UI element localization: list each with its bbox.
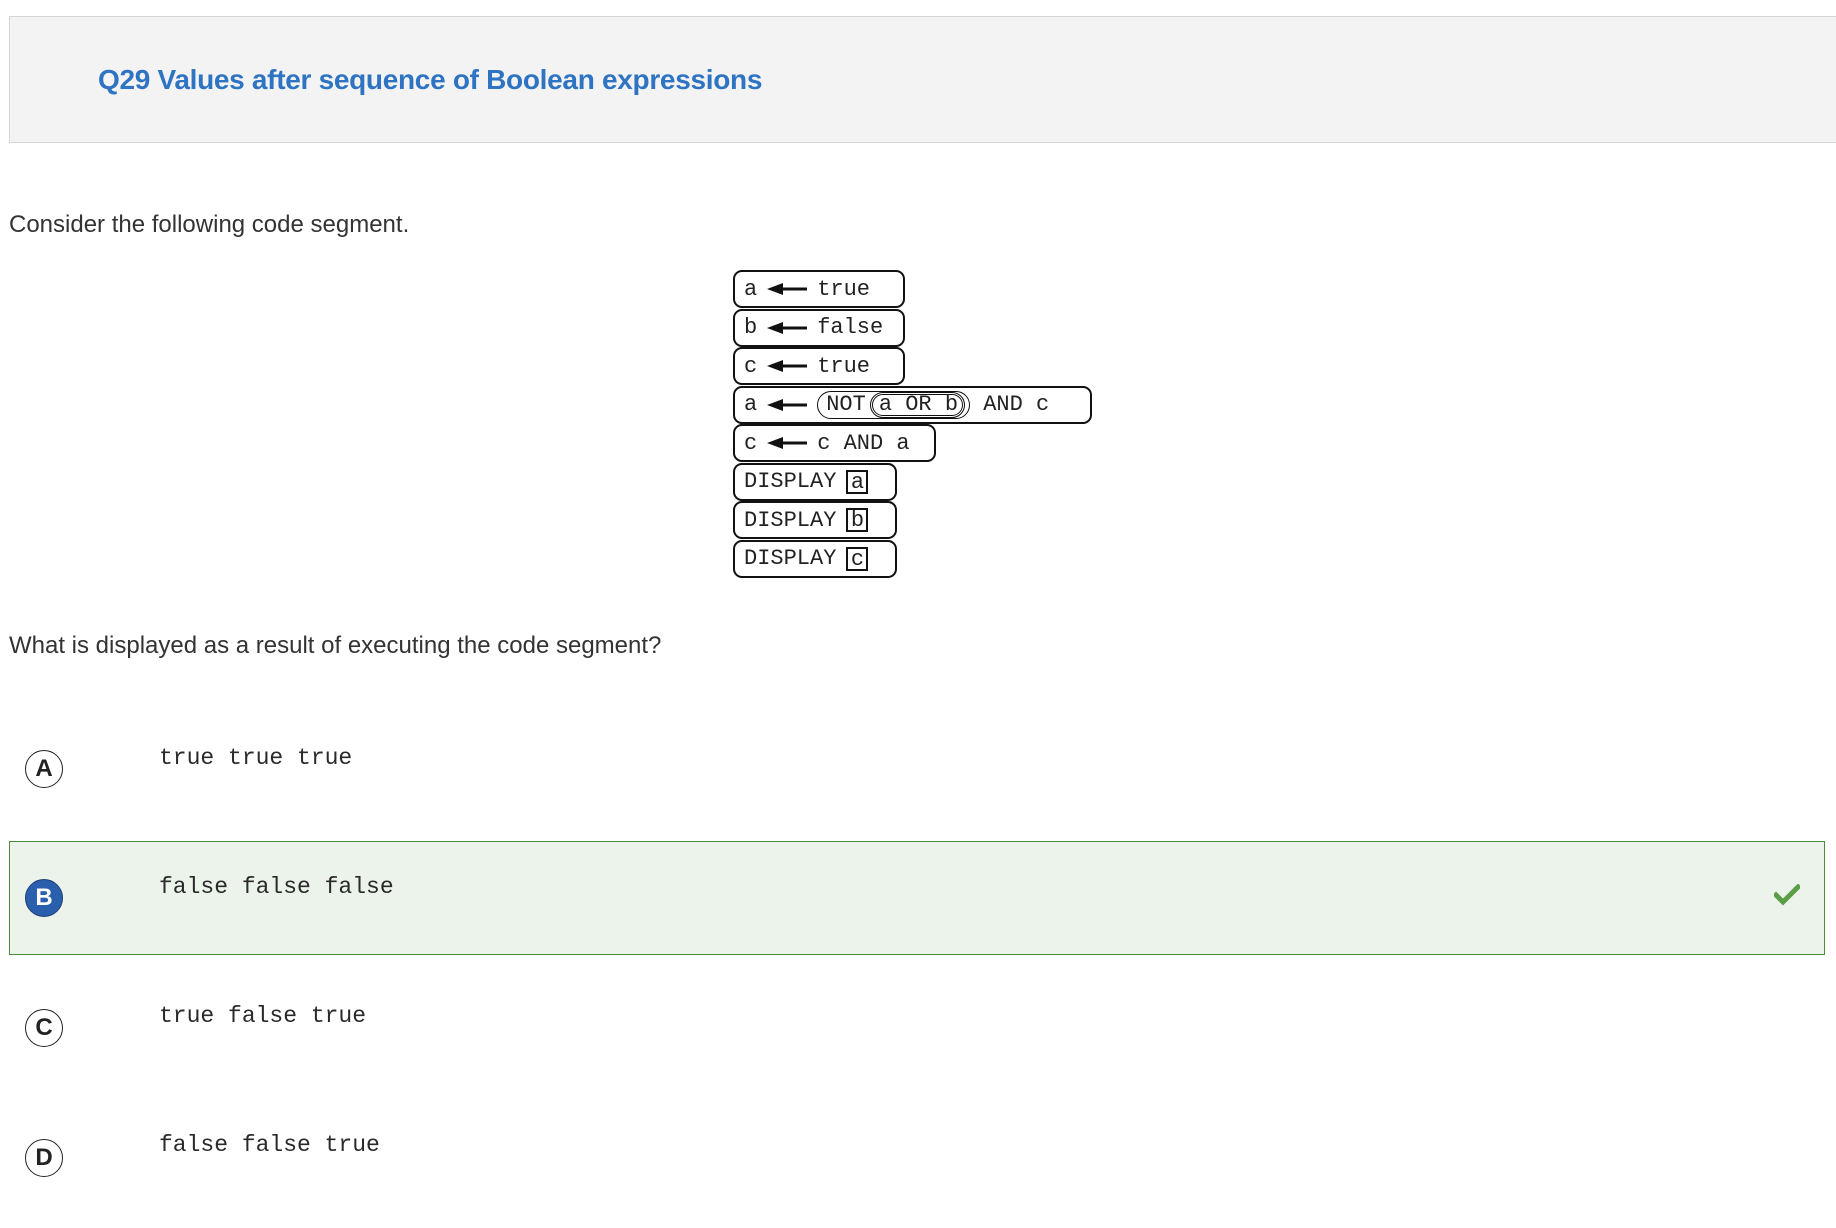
option-letter-c: C [25,1009,63,1047]
code-line-assign-c: c true [733,347,905,385]
display-arg: a [846,469,869,494]
option-text-d: false false true [159,1132,380,1158]
and-right: c [1036,392,1050,417]
question-header: Q29 Values after sequence of Boolean exp… [9,16,1836,143]
assign-arrow-icon [767,360,808,372]
answer-option-c[interactable]: C true false true [9,971,1825,1085]
question-title: Q29 Values after sequence of Boolean exp… [98,64,763,95]
code-expr: c AND a [817,430,910,456]
code-line-display-b: DISPLAY b [733,501,897,539]
answer-option-d[interactable]: D false false true [9,1101,1825,1215]
assign-arrow-icon [767,398,808,411]
assign-arrow-icon [767,321,808,334]
code-var: a [744,392,758,417]
display-keyword: DISPLAY [744,546,837,571]
code-line-display-c: DISPLAY c [733,539,897,578]
option-letter-a: A [25,750,63,788]
code-line-assign-a-compound: a NOT a OR b AND c [733,385,1092,424]
or-left: a [878,392,893,417]
or-right: b [944,392,959,417]
code-var: c [744,430,758,456]
not-expression: NOT a OR b [817,390,971,419]
display-arg: b [846,508,869,532]
answer-option-b[interactable]: B false false false [9,841,1825,955]
option-text-a: true true true [159,745,353,771]
code-var: b [744,315,758,340]
code-var: c [744,353,758,379]
and-operator: AND [983,392,1023,417]
question-intro: Consider the following code segment. [9,211,410,238]
option-text-b: false false false [159,874,394,900]
check-icon [1774,884,1800,906]
not-keyword: NOT [826,392,866,417]
display-keyword: DISPLAY [744,507,837,533]
answer-option-a[interactable]: A true true true [9,712,1825,826]
option-letter-d: D [25,1139,63,1177]
option-letter-b: B [25,879,63,917]
code-var: a [744,276,758,302]
display-arg: c [846,546,869,571]
question-prompt: What is displayed as a result of executi… [9,632,662,659]
option-text-c: true false true [159,1003,367,1029]
assign-arrow-icon [767,437,808,449]
code-line-assign-c-and: c c AND a [733,424,936,462]
code-expr: false [817,315,884,340]
or-operator: OR [905,392,932,417]
code-expr: true [817,276,871,302]
or-expression: a OR b [869,391,966,418]
code-line-assign-b: b false [733,308,905,347]
code-line-assign-a: a true [733,270,905,308]
assign-arrow-icon [767,283,808,295]
code-expr: true [817,353,871,379]
code-line-display-a: DISPLAY a [733,462,897,501]
display-keyword: DISPLAY [744,469,837,494]
